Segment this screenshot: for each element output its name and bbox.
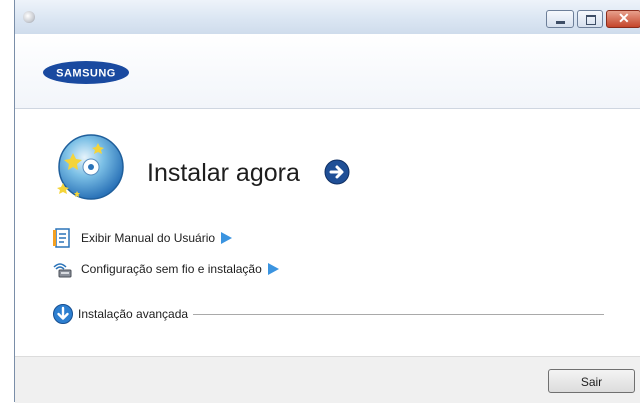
manual-book-icon	[51, 228, 73, 248]
user-manual-link[interactable]: Exibir Manual do Usuário	[51, 228, 233, 248]
close-button[interactable]: ✕	[606, 10, 640, 28]
header-band: SAMSUNG	[15, 34, 640, 109]
samsung-logo: SAMSUNG	[42, 60, 130, 85]
wireless-setup-label: Configuração sem fio e instalação	[81, 262, 262, 276]
minimize-icon	[556, 21, 565, 24]
play-arrow-icon	[267, 263, 279, 275]
chevron-down-circle-icon	[52, 303, 74, 325]
minimize-button[interactable]	[546, 10, 574, 28]
install-now-link[interactable]: Instalar agora	[147, 159, 300, 188]
maximize-icon	[586, 15, 596, 25]
installer-window: ✕ SAMSUNG Instalar agora Exibir Manual d…	[14, 0, 640, 403]
play-arrow-icon	[221, 232, 233, 244]
divider-line	[193, 313, 604, 315]
logo-text: SAMSUNG	[56, 68, 116, 80]
footer-bar: Sair	[15, 356, 640, 403]
title-bar[interactable]: ✕	[15, 0, 640, 34]
user-manual-label: Exibir Manual do Usuário	[81, 231, 216, 245]
installation-disc-icon	[51, 131, 129, 207]
maximize-button[interactable]	[577, 10, 603, 28]
wireless-setup-link[interactable]: Configuração sem fio e instalação	[51, 259, 279, 279]
main-content: Instalar agora Exibir Manual do Usuário	[15, 109, 640, 356]
close-icon: ✕	[618, 10, 630, 26]
app-icon	[23, 11, 35, 23]
arrow-right-circle-icon[interactable]	[323, 158, 351, 186]
advanced-installation-toggle[interactable]: Instalação avançada	[52, 303, 604, 325]
wireless-icon	[51, 259, 73, 279]
advanced-installation-label: Instalação avançada	[78, 307, 189, 321]
exit-button[interactable]: Sair	[548, 369, 635, 393]
